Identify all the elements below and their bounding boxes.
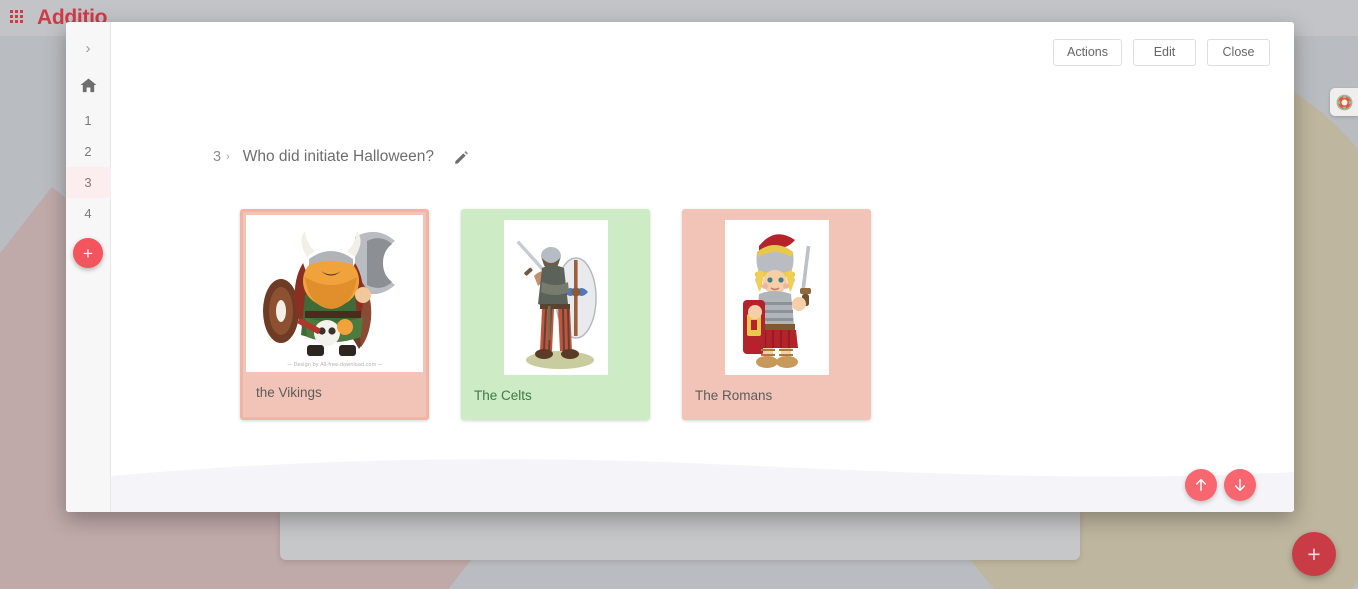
answer-label: The Romans [695,388,773,403]
viking-warrior-illustration: — Design by All-free-download.com — [246,215,423,372]
answer-card-celts[interactable]: The Celts [461,209,650,420]
answer-label: the Vikings [256,385,322,400]
lifebuoy-icon[interactable] [1330,88,1358,116]
modal-sidebar-rail: › 1 2 3 4 + [66,22,111,512]
celtic-warrior-illustration [503,220,608,375]
answer-card-list: — Design by All-free-download.com — the … [240,209,871,420]
sidebar-item-4[interactable]: 4 [66,198,111,229]
activity-modal: › 1 2 3 4 + Actions Edit Close 3 › Who d… [66,22,1294,512]
arrow-up-icon[interactable] [1185,469,1217,501]
close-button[interactable]: Close [1207,39,1270,66]
home-icon[interactable] [66,65,111,105]
roman-soldier-illustration [724,220,829,375]
sidebar-item-2[interactable]: 2 [66,136,111,167]
answer-label: The Celts [474,388,532,403]
chevron-right-icon[interactable]: › [66,31,111,65]
slide-nav-controls [1185,469,1256,501]
edit-button[interactable]: Edit [1133,39,1196,66]
background-page-card [280,508,1080,560]
modal-toolbar: Actions Edit Close [1053,39,1270,66]
question-text: Who did initiate Halloween? [242,148,435,165]
modal-body: Actions Edit Close 3 › Who did initiate … [111,22,1294,512]
question-header: 3 › Who did initiate Halloween? [213,148,470,166]
sidebar-item-3[interactable]: 3 [66,167,111,198]
add-button-fab[interactable]: + [1292,532,1336,576]
answer-card-vikings[interactable]: — Design by All-free-download.com — the … [240,209,429,420]
apps-grid-icon[interactable] [10,10,26,26]
answer-card-romans[interactable]: The Romans [682,209,871,420]
arrow-down-icon[interactable] [1224,469,1256,501]
question-index: 3 [213,149,222,165]
pencil-icon[interactable] [453,149,470,166]
app-root: Additio + › 1 2 3 4 + Actions Edit Close… [0,0,1358,589]
question-caret-icon: › [226,151,230,163]
add-slide-button[interactable]: + [73,238,103,268]
svg-text:— Design by All-free-download.: — Design by All-free-download.com — [287,362,383,368]
decorative-wave [111,459,1294,512]
actions-button[interactable]: Actions [1053,39,1122,66]
sidebar-item-1[interactable]: 1 [66,105,111,136]
